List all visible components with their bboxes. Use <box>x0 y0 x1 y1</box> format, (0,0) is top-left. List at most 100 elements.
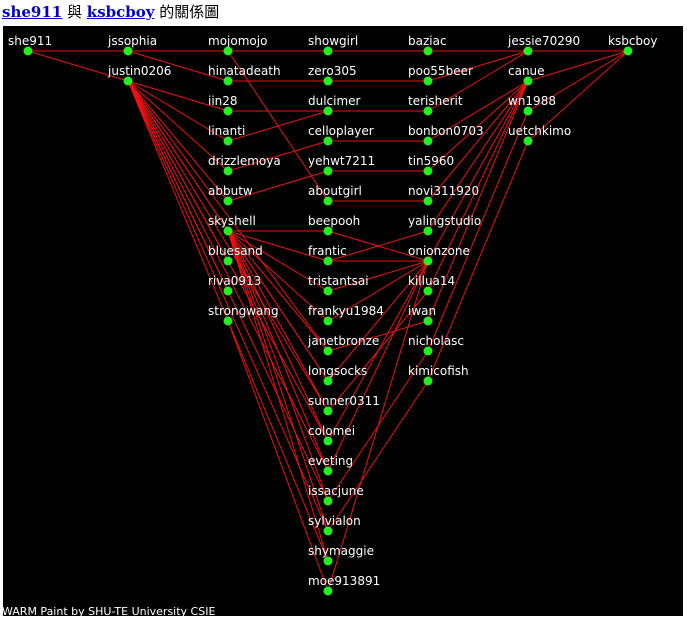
relationship-graph: she911 jssophia justin0206 mojomojo hinatade… <box>3 26 683 616</box>
node-label: skyshell <box>208 214 256 228</box>
node-dot[interactable] <box>523 106 533 116</box>
node-label: moe913891 <box>308 574 380 588</box>
node-label: onionzone <box>408 244 470 258</box>
node-label: showgirl <box>308 34 358 48</box>
node-dot[interactable] <box>323 256 333 266</box>
node-dot[interactable] <box>323 286 333 296</box>
node-label: nicholasc <box>408 334 464 348</box>
node-dot[interactable] <box>123 76 133 86</box>
user-b-link[interactable]: ksbcboy <box>87 3 155 21</box>
node-dot[interactable] <box>523 76 533 86</box>
node-label: she911 <box>8 34 52 48</box>
node-label: colomei <box>308 424 355 438</box>
node-label: abbutw <box>208 184 253 198</box>
node-label: janetbronze <box>307 334 379 348</box>
node-dot[interactable] <box>423 136 433 146</box>
node-label: baziac <box>408 34 447 48</box>
node-label: dulcimer <box>308 94 361 108</box>
node-label: uetchkimo <box>508 124 571 138</box>
node-label: justin0206 <box>107 64 171 78</box>
node-dot[interactable] <box>423 226 433 236</box>
node-dot[interactable] <box>223 76 233 86</box>
node-dot[interactable] <box>223 256 233 266</box>
node-dot[interactable] <box>423 76 433 86</box>
node-label: jessie70290 <box>507 34 580 48</box>
node-label: frankyu1984 <box>308 304 384 318</box>
node-label: beepooh <box>308 214 360 228</box>
node-dot[interactable] <box>323 496 333 506</box>
node-dot[interactable] <box>323 196 333 206</box>
node-label: novi311920 <box>408 184 479 198</box>
node-label: yalingstudio <box>408 214 481 228</box>
node-label: killua14 <box>408 274 455 288</box>
node-dot[interactable] <box>423 166 433 176</box>
node-dot[interactable] <box>223 226 233 236</box>
title-suffix: 的關係圖 <box>159 3 220 21</box>
node-label: poo55beer <box>408 64 473 78</box>
node-label: iwan <box>408 304 436 318</box>
node-dot[interactable] <box>323 76 333 86</box>
node-dot[interactable] <box>423 106 433 116</box>
node-dot[interactable] <box>323 346 333 356</box>
node-dot[interactable] <box>523 46 533 56</box>
node-dot[interactable] <box>323 226 333 236</box>
node-dot[interactable] <box>223 46 233 56</box>
node-dot[interactable] <box>423 286 433 296</box>
node-dot[interactable] <box>123 46 133 56</box>
node-dot[interactable] <box>23 46 33 56</box>
node-label: yehwt7211 <box>308 154 375 168</box>
node-label: sunner0311 <box>308 394 380 408</box>
relationship-graph-canvas: she911 jssophia justin0206 mojomojo hinatade… <box>3 26 683 616</box>
node-dot[interactable] <box>323 136 333 146</box>
node-label: mojomojo <box>208 34 267 48</box>
footer-credit: WARM Paint by SHU-TE University CSIE <box>3 605 215 616</box>
node-dot[interactable] <box>323 526 333 536</box>
node-label: frantic <box>308 244 347 258</box>
node-dot[interactable] <box>323 106 333 116</box>
node-dot[interactable] <box>423 196 433 206</box>
node-label: celloplayer <box>308 124 374 138</box>
node-dot[interactable] <box>223 316 233 326</box>
node-dot[interactable] <box>323 466 333 476</box>
node-label: drizzlemoya <box>208 154 281 168</box>
node-dot[interactable] <box>423 376 433 386</box>
node-dot[interactable] <box>223 286 233 296</box>
node-dot[interactable] <box>323 46 333 56</box>
node-dot[interactable] <box>323 166 333 176</box>
node-dot[interactable] <box>623 46 633 56</box>
node-label: strongwang <box>208 304 279 318</box>
node-label: zero305 <box>308 64 357 78</box>
node-label: tin5960 <box>408 154 454 168</box>
node-dot[interactable] <box>323 586 333 596</box>
node-label: bonbon0703 <box>408 124 484 138</box>
node-label: hinatadeath <box>208 64 281 78</box>
node-label: sylvialon <box>308 514 361 528</box>
node-label: terisherit <box>408 94 463 108</box>
node-label: jssophia <box>107 34 157 48</box>
node-label: eveting <box>308 454 353 468</box>
node-label: aboutgirl <box>308 184 362 198</box>
node-dot[interactable] <box>423 46 433 56</box>
node-dot[interactable] <box>223 196 233 206</box>
node-label: canue <box>508 64 545 78</box>
user-a-link[interactable]: she911 <box>2 3 62 21</box>
node-label: issacjune <box>308 484 364 498</box>
node-label: ksbcboy <box>608 34 657 48</box>
node-dot[interactable] <box>423 256 433 266</box>
node-label: linanti <box>208 124 245 138</box>
node-dot[interactable] <box>423 346 433 356</box>
node-dot[interactable] <box>223 166 233 176</box>
node-dot[interactable] <box>323 556 333 566</box>
node-dot[interactable] <box>223 136 233 146</box>
node-dot[interactable] <box>323 376 333 386</box>
node-label: wn1988 <box>508 94 556 108</box>
node-label: riva0913 <box>208 274 261 288</box>
node-label: kimicofish <box>408 364 469 378</box>
node-dot[interactable] <box>323 406 333 416</box>
node-label: shymaggie <box>308 544 374 558</box>
node-dot[interactable] <box>323 316 333 326</box>
node-dot[interactable] <box>523 136 533 146</box>
node-dot[interactable] <box>423 316 433 326</box>
node-dot[interactable] <box>223 106 233 116</box>
node-dot[interactable] <box>323 436 333 446</box>
